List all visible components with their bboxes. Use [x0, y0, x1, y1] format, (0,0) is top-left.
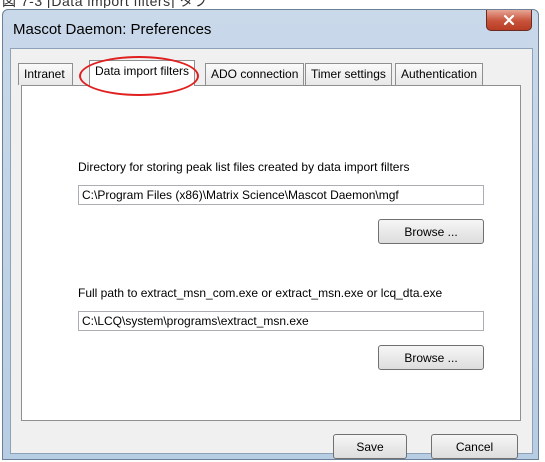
tab-timer-settings[interactable]: Timer settings: [305, 63, 392, 85]
extract-path-label: Full path to extract_msn_com.exe or extr…: [78, 286, 443, 300]
close-button[interactable]: [486, 10, 532, 31]
cancel-button[interactable]: Cancel: [431, 434, 518, 459]
peak-list-directory-input[interactable]: [78, 185, 484, 205]
title-bar[interactable]: Mascot Daemon: Preferences: [3, 10, 538, 48]
caption-text: 図 7-3 [Data import filters] タブ: [2, 0, 209, 8]
data-import-filters-panel: Directory for storing peak list files cr…: [21, 85, 521, 421]
browse-peak-list-button[interactable]: Browse ...: [378, 219, 484, 244]
preferences-window: Mascot Daemon: Preferences Intranet Data…: [2, 9, 539, 460]
peak-list-directory-label: Directory for storing peak list files cr…: [78, 160, 410, 174]
save-button[interactable]: Save: [333, 434, 407, 459]
browse-extract-button[interactable]: Browse ...: [378, 345, 484, 370]
tab-authentication[interactable]: Authentication: [395, 63, 484, 85]
close-icon: [503, 14, 515, 26]
tab-data-import-filters[interactable]: Data import filters: [89, 60, 196, 86]
tab-ado-connection[interactable]: ADO connection: [205, 63, 305, 85]
tab-intranet[interactable]: Intranet: [18, 63, 73, 85]
extract-path-input[interactable]: [78, 311, 484, 331]
document-caption: 図 7-3 [Data import filters] タブ: [0, 0, 545, 8]
window-title: Mascot Daemon: Preferences: [13, 21, 212, 38]
dialog-body: Intranet Data import filters ADO connect…: [10, 48, 533, 459]
